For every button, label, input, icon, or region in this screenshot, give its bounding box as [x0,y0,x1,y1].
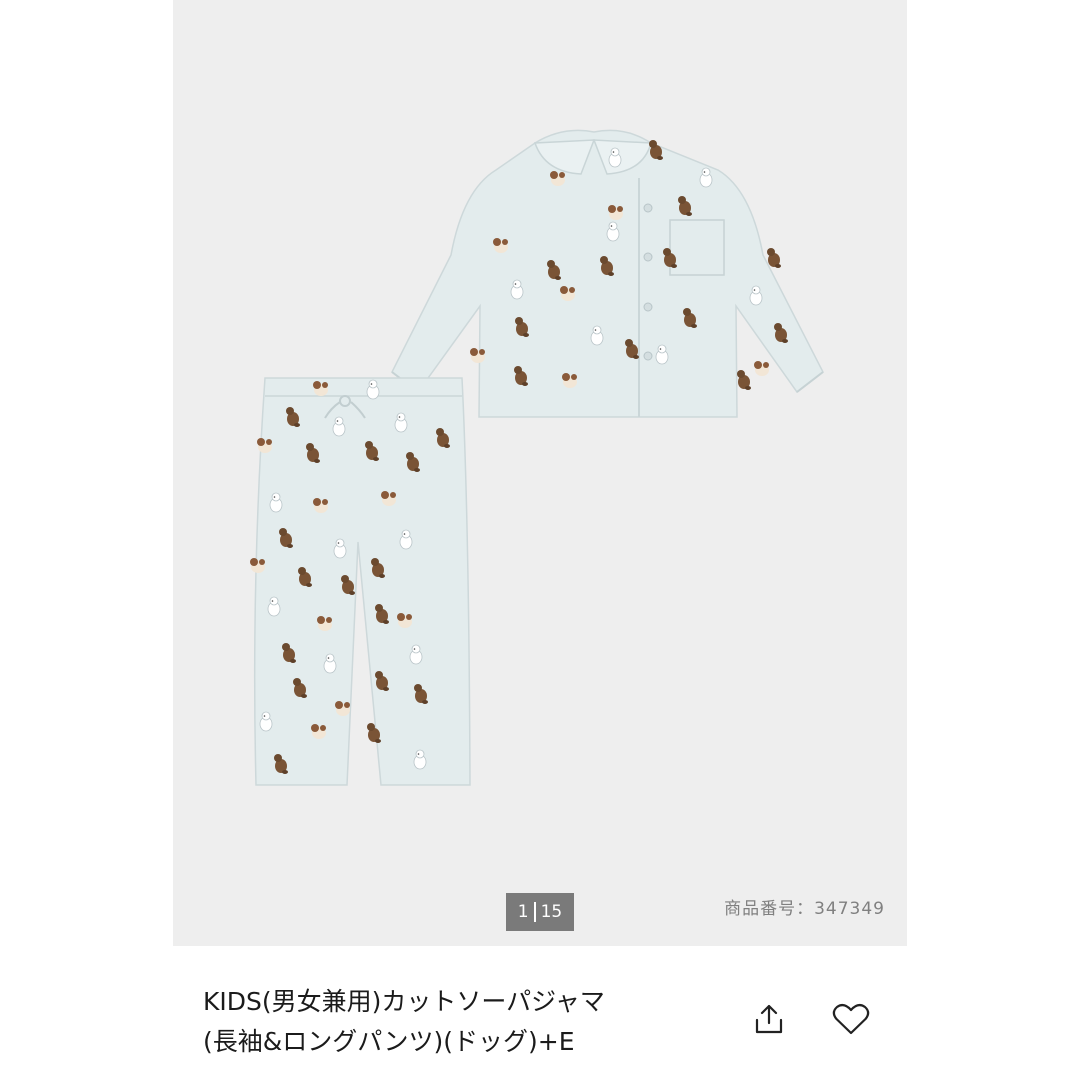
product-title: KIDS(男女兼用)カットソーパジャマ (長袖&ロングパンツ)(ドッグ)+E [203,982,723,1062]
heart-icon [832,1003,870,1035]
counter-separator [533,902,536,922]
pajama-pants [250,377,471,786]
image-total-count: 15 [540,902,563,922]
image-counter: 1 15 [506,893,574,931]
favorite-button[interactable] [826,996,876,1042]
pajama-shirt [391,129,824,418]
product-title-line-1: KIDS(男女兼用)カットソーパジャマ [203,987,605,1016]
share-icon [755,1004,783,1034]
product-photo [250,129,824,786]
product-image-gallery[interactable]: 1 15 商品番号：347349 [173,0,907,946]
product-title-line-2: (長袖&ロングパンツ)(ドッグ)+E [203,1027,575,1056]
share-button[interactable] [746,996,792,1042]
product-number: 商品番号：347349 [724,899,885,919]
image-current-index: 1 [517,902,529,922]
